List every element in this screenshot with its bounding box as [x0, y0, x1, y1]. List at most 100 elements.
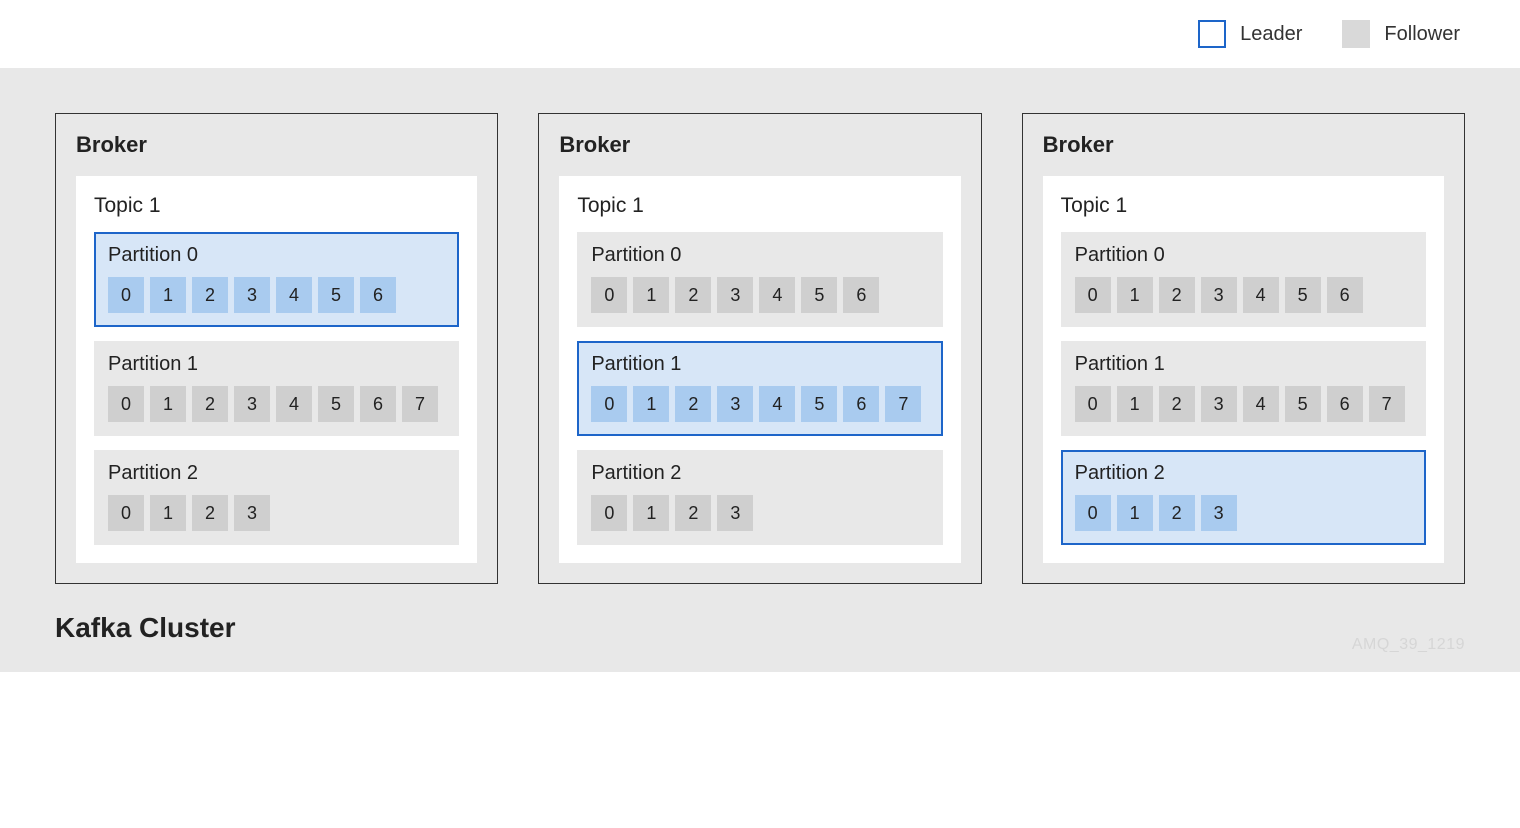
partition-title: Partition 2 — [1075, 462, 1412, 485]
kafka-cluster: BrokerTopic 1Partition 00123456Partition… — [0, 68, 1520, 672]
partition: Partition 1 01234567 — [1061, 341, 1426, 436]
partition-cell: 1 — [150, 495, 186, 531]
leader-swatch-icon — [1198, 20, 1226, 48]
partition-cell: 2 — [192, 495, 228, 531]
partition-cell: 1 — [150, 386, 186, 422]
partition-cell: 1 — [1117, 495, 1153, 531]
follower-swatch-icon — [1342, 20, 1370, 48]
partition-cell: 7 — [885, 386, 921, 422]
legend-item-leader: Leader — [1198, 20, 1302, 48]
partition-title: Partition 2 — [108, 462, 445, 485]
partition-cell: 3 — [717, 386, 753, 422]
partition-cell: 3 — [234, 277, 270, 313]
topic: Topic 1Partition 00123456Partition 10123… — [76, 176, 477, 563]
partition-cell: 2 — [1159, 277, 1195, 313]
partition-cell: 4 — [276, 386, 312, 422]
partition-cell: 2 — [675, 277, 711, 313]
partition-title: Partition 1 — [1075, 353, 1412, 376]
partition: Partition 0 0123456 — [577, 232, 942, 327]
partition-cell: 0 — [591, 495, 627, 531]
partition: Partition 1 01234567 — [94, 341, 459, 436]
partition-cell: 0 — [108, 386, 144, 422]
partitions: Partition 00123456Partition 101234567Par… — [94, 232, 459, 545]
partition: Partition 2 0123 — [1061, 450, 1426, 545]
partition-cell: 2 — [675, 495, 711, 531]
partition-cell: 3 — [1201, 277, 1237, 313]
partition-cell: 0 — [1075, 495, 1111, 531]
partition: Partition 00123456 — [94, 232, 459, 327]
partition-cell: 4 — [759, 386, 795, 422]
partition-cell: 2 — [192, 386, 228, 422]
partition-cell: 0 — [108, 277, 144, 313]
legend-leader-label: Leader — [1240, 23, 1302, 46]
partition-cell: 3 — [717, 495, 753, 531]
partition-cell: 1 — [1117, 386, 1153, 422]
topic-title: Topic 1 — [577, 194, 942, 218]
partition-cell: 5 — [801, 277, 837, 313]
partition-cell: 3 — [1201, 386, 1237, 422]
watermark-label: AMQ_39_1219 — [1352, 636, 1465, 654]
partition-cell: 6 — [360, 386, 396, 422]
broker: BrokerTopic 1Partition 00123456Partition… — [55, 113, 498, 584]
partition: Partition 2 0123 — [577, 450, 942, 545]
partition-cell: 5 — [318, 277, 354, 313]
partitions: Partition 00123456Partition 101234567Par… — [1061, 232, 1426, 545]
partition-cell: 1 — [1117, 277, 1153, 313]
topic: Topic 1Partition 00123456Partition 10123… — [1043, 176, 1444, 563]
partition-title: Partition 1 — [108, 353, 445, 376]
partition-cell: 6 — [843, 277, 879, 313]
partition-title: Partition 0 — [591, 244, 928, 267]
partition-cell: 0 — [591, 277, 627, 313]
topic: Topic 1Partition 00123456Partition 10123… — [559, 176, 960, 563]
partition-title: Partition 0 — [1075, 244, 1412, 267]
partition-cell: 1 — [633, 277, 669, 313]
legend-item-follower: Follower — [1342, 20, 1460, 48]
partition-cells: 01234567 — [591, 386, 928, 422]
partition-cell: 4 — [276, 277, 312, 313]
partition-cell: 6 — [843, 386, 879, 422]
legend: Leader Follower — [0, 0, 1520, 68]
partition: Partition 0 0123456 — [1061, 232, 1426, 327]
partition-cell: 2 — [1159, 386, 1195, 422]
partition-cell: 2 — [1159, 495, 1195, 531]
partition-cell: 0 — [108, 495, 144, 531]
partition-cell: 1 — [150, 277, 186, 313]
partition-cell: 4 — [1243, 277, 1279, 313]
partition-cell: 6 — [360, 277, 396, 313]
partition-cells: 0123456 — [108, 277, 445, 313]
partition-cell: 1 — [633, 386, 669, 422]
partition-cells: 01234567 — [1075, 386, 1412, 422]
partition-cell: 2 — [192, 277, 228, 313]
partition-cell: 5 — [318, 386, 354, 422]
partition-cell: 5 — [1285, 386, 1321, 422]
partition-cells: 0123456 — [591, 277, 928, 313]
broker: BrokerTopic 1Partition 00123456Partition… — [538, 113, 981, 584]
partition-cells: 01234567 — [108, 386, 445, 422]
broker-title: Broker — [1043, 132, 1444, 158]
partition-cells: 0123456 — [1075, 277, 1412, 313]
brokers-row: BrokerTopic 1Partition 00123456Partition… — [55, 113, 1465, 584]
partition-cells: 0123 — [108, 495, 445, 531]
partition-cell: 0 — [1075, 277, 1111, 313]
partition-cells: 0123 — [591, 495, 928, 531]
topic-title: Topic 1 — [94, 194, 459, 218]
partition-cell: 0 — [1075, 386, 1111, 422]
partition-cell: 3 — [234, 495, 270, 531]
topic-title: Topic 1 — [1061, 194, 1426, 218]
partition-title: Partition 1 — [591, 353, 928, 376]
partition-cell: 4 — [759, 277, 795, 313]
partition-cell: 3 — [717, 277, 753, 313]
cluster-title: Kafka Cluster — [55, 612, 1465, 644]
partition: Partition 2 0123 — [94, 450, 459, 545]
partitions: Partition 00123456Partition 101234567Par… — [577, 232, 942, 545]
broker-title: Broker — [559, 132, 960, 158]
partition-cell: 2 — [675, 386, 711, 422]
partition-cell: 3 — [234, 386, 270, 422]
partition-cells: 0123 — [1075, 495, 1412, 531]
partition-cell: 6 — [1327, 277, 1363, 313]
partition-title: Partition 2 — [591, 462, 928, 485]
partition-cell: 4 — [1243, 386, 1279, 422]
partition-cell: 7 — [402, 386, 438, 422]
partition-cell: 1 — [633, 495, 669, 531]
legend-follower-label: Follower — [1384, 23, 1460, 46]
